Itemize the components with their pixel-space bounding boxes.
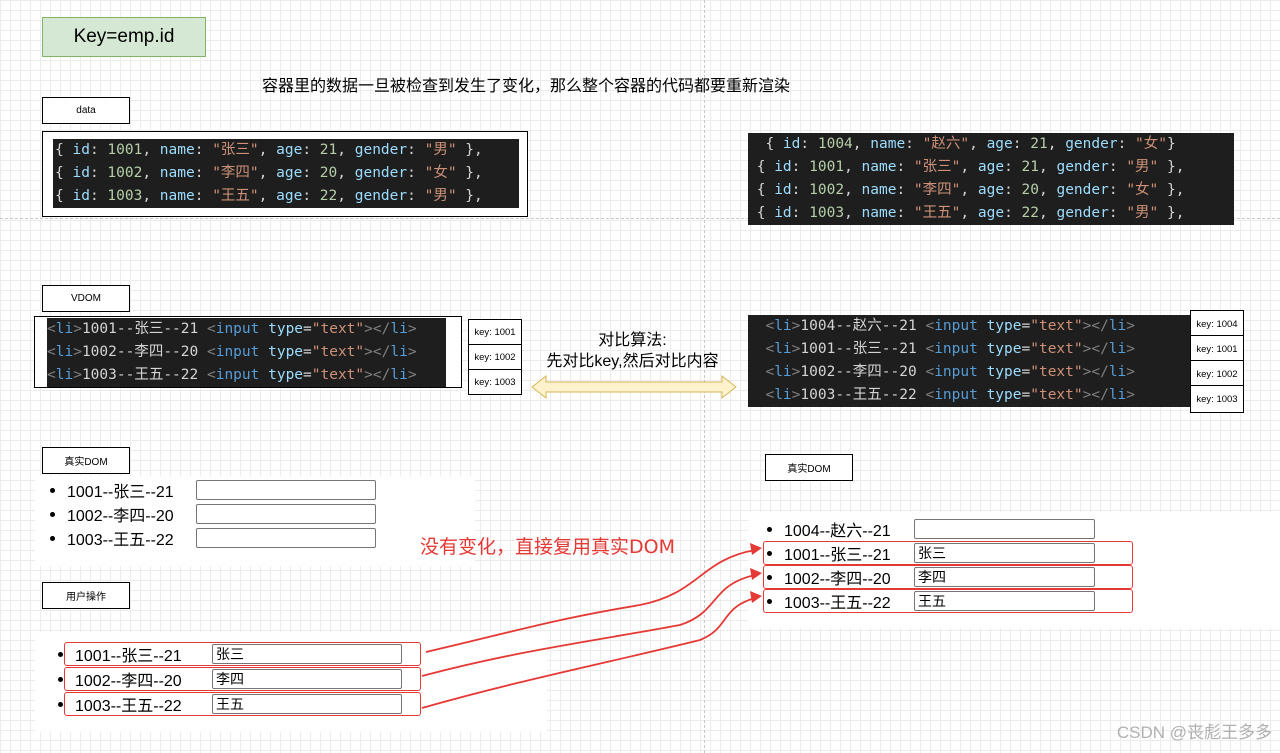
vdom-row: <li>1003--王五--22 <input type="text"></li… — [47, 367, 417, 383]
data-row: { id: 1003, name: "王五", age: 22, gender:… — [748, 205, 1185, 221]
dom-list-item: 1004--赵六--21 — [767, 518, 891, 540]
bullet — [50, 535, 55, 541]
compare-text: 对比算法: 先对比key,然后对比内容 — [520, 330, 745, 372]
dom-item-label: 1001--张三--21 — [67, 484, 174, 501]
bullet — [767, 598, 772, 604]
key-tag: key: 1002 — [468, 344, 522, 370]
label-data: data — [42, 97, 130, 124]
text-input[interactable]: 张三 — [212, 644, 402, 664]
dom-list-item: 1002--李四--20 — [767, 566, 891, 588]
data-row: { id: 1001, name: "张三", age: 21, gender:… — [55, 142, 483, 158]
text-input[interactable]: 张三 — [914, 543, 1095, 563]
text-input[interactable]: 王五 — [914, 591, 1095, 611]
vdom-row: <li>1001--张三--21 <input type="text"></li… — [765, 341, 1136, 357]
text-input[interactable]: 李四 — [212, 669, 402, 689]
label-vdom: VDOM — [42, 285, 130, 312]
text-input[interactable]: 王五 — [212, 694, 402, 714]
dom-item-label: 1002--李四--20 — [75, 673, 182, 690]
data-row: { id: 1004, name: "赵六", age: 21, gender:… — [748, 136, 1176, 152]
label-user-action: 用户操作 — [42, 582, 130, 609]
text-input[interactable]: 李四 — [914, 567, 1095, 587]
dom-list-item: 1003--王五--22 — [58, 693, 182, 715]
compare-line1: 对比算法: — [598, 332, 667, 349]
dom-item-label: 1003--王五--22 — [75, 698, 182, 715]
dom-item-label: 1001--张三--21 — [75, 648, 182, 665]
compare-line2: 先对比key,然后对比内容 — [546, 353, 719, 370]
key-tag: key: 1003 — [1190, 385, 1244, 413]
bullet — [50, 511, 55, 517]
key-tag: key: 1001 — [468, 319, 522, 345]
text-input[interactable] — [196, 528, 376, 548]
text-input[interactable] — [196, 504, 376, 524]
text-input[interactable] — [196, 480, 376, 500]
headline: 容器里的数据一旦被检查到发生了变化，那么整个容器的代码都要重新渲染 — [262, 76, 791, 95]
reuse-note: 没有变化，直接复用真实DOM — [420, 536, 675, 558]
dom-item-label: 1001--张三--21 — [784, 547, 891, 564]
bullet — [767, 550, 772, 556]
vdom-row: <li>1004--赵六--21 <input type="text"></li… — [765, 318, 1136, 334]
bullet — [58, 676, 63, 682]
dom-item-label: 1002--李四--20 — [784, 571, 891, 588]
bullet — [767, 574, 772, 580]
vdom-row: <li>1002--李四--20 <input type="text"></li… — [47, 344, 417, 360]
key-tag: key: 1003 — [468, 369, 522, 395]
dom-item-label: 1003--王五--22 — [67, 532, 174, 549]
dom-list-item: 1001--张三--21 — [50, 479, 174, 501]
bullet — [50, 487, 55, 493]
data-right-code: { id: 1004, name: "赵六", age: 21, gender:… — [748, 133, 1234, 225]
dom-item-label: 1003--王五--22 — [784, 595, 891, 612]
dom-list-item: 1001--张三--21 — [767, 542, 891, 564]
label-real-dom-right: 真实DOM — [765, 454, 853, 481]
double-arrow — [531, 374, 737, 400]
watermark: CSDN @丧彪王多多 — [1116, 723, 1272, 742]
dom-list-item: 1001--张三--21 — [58, 643, 182, 665]
vdom-row: <li>1003--王五--22 <input type="text"></li… — [765, 387, 1136, 403]
data-left-code: { id: 1001, name: "张三", age: 21, gender:… — [53, 139, 519, 208]
vdom-row: <li>1001--张三--21 <input type="text"></li… — [47, 321, 417, 337]
text-input[interactable] — [914, 519, 1095, 539]
bullet — [58, 651, 63, 657]
data-row: { id: 1003, name: "王五", age: 22, gender:… — [55, 188, 483, 204]
vdom-left-code: <li>1001--张三--21 <input type="text"></li… — [47, 318, 446, 387]
key-tag: key: 1002 — [1190, 360, 1244, 388]
dom-list-item: 1002--李四--20 — [58, 668, 182, 690]
diagram-title: Key=emp.id — [42, 17, 206, 57]
key-tag: key: 1001 — [1190, 335, 1244, 363]
dom-list-item: 1002--李四--20 — [50, 503, 174, 525]
dom-list-item: 1003--王五--22 — [50, 527, 174, 549]
data-row: { id: 1001, name: "张三", age: 21, gender:… — [748, 159, 1185, 175]
key-tag: key: 1004 — [1190, 310, 1244, 338]
bullet — [58, 701, 63, 707]
data-row: { id: 1002, name: "李四", age: 20, gender:… — [748, 182, 1185, 198]
dom-item-label: 1002--李四--20 — [67, 508, 174, 525]
bullet — [767, 526, 772, 532]
vdom-row: <li>1002--李四--20 <input type="text"></li… — [765, 364, 1136, 380]
vdom-right-code: <li>1004--赵六--21 <input type="text"></li… — [748, 315, 1190, 407]
dom-list-item: 1003--王五--22 — [767, 590, 891, 612]
data-row: { id: 1002, name: "李四", age: 20, gender:… — [55, 165, 483, 181]
dom-item-label: 1004--赵六--21 — [784, 523, 891, 540]
label-real-dom-left: 真实DOM — [42, 447, 130, 474]
